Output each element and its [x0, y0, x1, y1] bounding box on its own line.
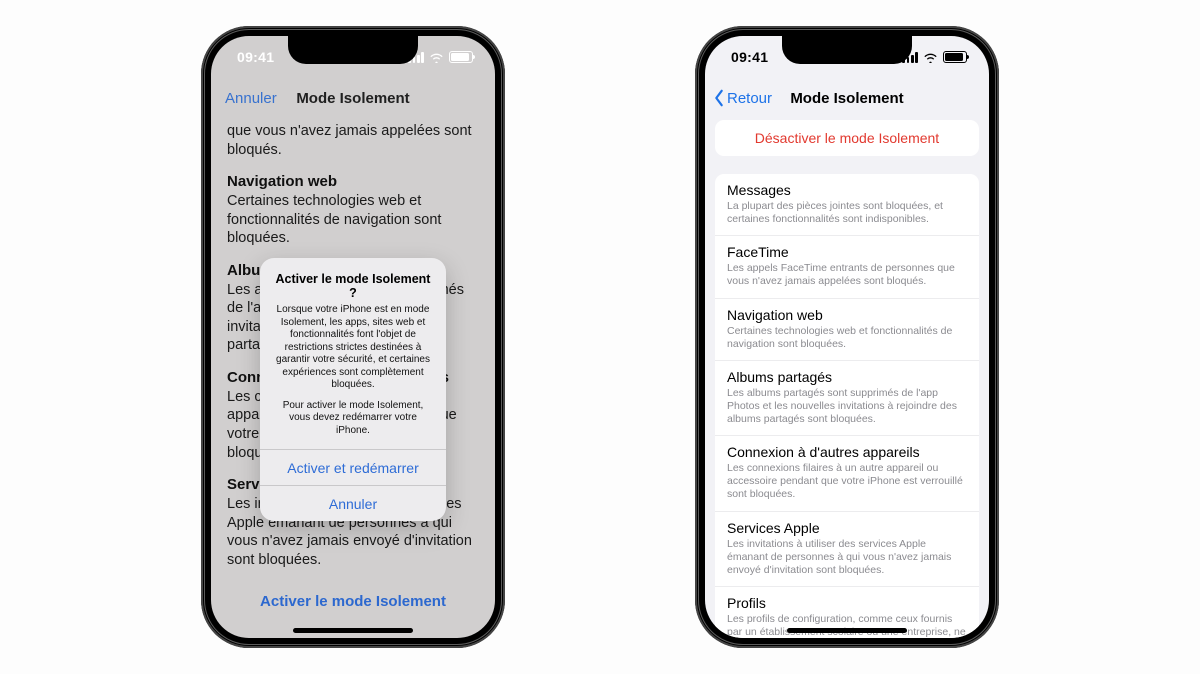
item-body: La plupart des pièces jointes sont bloqu… [727, 200, 967, 226]
wifi-icon [429, 52, 444, 63]
back-label: Retour [727, 90, 772, 107]
status-time: 09:41 [237, 49, 274, 65]
page-title: Mode Isolement [790, 90, 903, 107]
settings-item: Services Apple Les invitations à utilise… [715, 512, 979, 587]
item-title: Albums partagés [727, 369, 967, 385]
battery-icon [449, 51, 473, 63]
status-time: 09:41 [731, 49, 768, 65]
chevron-left-icon [713, 89, 725, 107]
deactivate-button[interactable]: Désactiver le mode Isolement [715, 120, 979, 156]
phone-left: 09:41 Annuler Mode Isolement que vous n'… [201, 26, 505, 648]
item-body: Les appels FaceTime entrants de personne… [727, 262, 967, 288]
battery-icon [943, 51, 967, 63]
item-body: Les invitations à utiliser des services … [727, 538, 967, 577]
notch [288, 36, 418, 64]
settings-item: Albums partagés Les albums partagés sont… [715, 361, 979, 436]
item-body: Certaines technologies web et fonctionna… [727, 325, 967, 351]
item-title: Connexion à d'autres appareils [727, 444, 967, 460]
notch [782, 36, 912, 64]
nav-bar: Retour Mode Isolement [705, 78, 989, 118]
home-indicator[interactable] [293, 628, 413, 633]
alert-dialog: Activer le mode Isolement ? Lorsque votr… [260, 258, 446, 521]
item-title: Navigation web [727, 307, 967, 323]
item-body: Les albums partagés sont supprimés de l'… [727, 387, 967, 426]
home-indicator[interactable] [787, 628, 907, 633]
item-title: Messages [727, 182, 967, 198]
settings-item: Navigation web Certaines technologies we… [715, 299, 979, 361]
item-title: FaceTime [727, 244, 967, 260]
settings-item: Messages La plupart des pièces jointes s… [715, 174, 979, 236]
alert-text: Lorsque votre iPhone est en mode Isoleme… [272, 304, 434, 392]
item-title: Services Apple [727, 520, 967, 536]
wifi-icon [923, 52, 938, 63]
item-body: Les connexions filaires à un autre appar… [727, 462, 967, 501]
back-button[interactable]: Retour [713, 89, 772, 107]
phone-right: 09:41 Retour Mode Isolement Désactiver l [695, 26, 999, 648]
settings-item: FaceTime Les appels FaceTime entrants de… [715, 236, 979, 298]
item-body: Les profils de configuration, comme ceux… [727, 613, 967, 638]
settings-item: Connexion à d'autres appareils Les conne… [715, 436, 979, 511]
settings-group: Messages La plupart des pièces jointes s… [715, 174, 979, 638]
alert-text: Pour activer le mode Isolement, vous dev… [272, 400, 434, 438]
alert-cancel-button[interactable]: Annuler [260, 485, 446, 521]
alert-confirm-button[interactable]: Activer et redémarrer [260, 449, 446, 485]
item-title: Profils [727, 595, 967, 611]
alert-title: Activer le mode Isolement ? [272, 272, 434, 300]
